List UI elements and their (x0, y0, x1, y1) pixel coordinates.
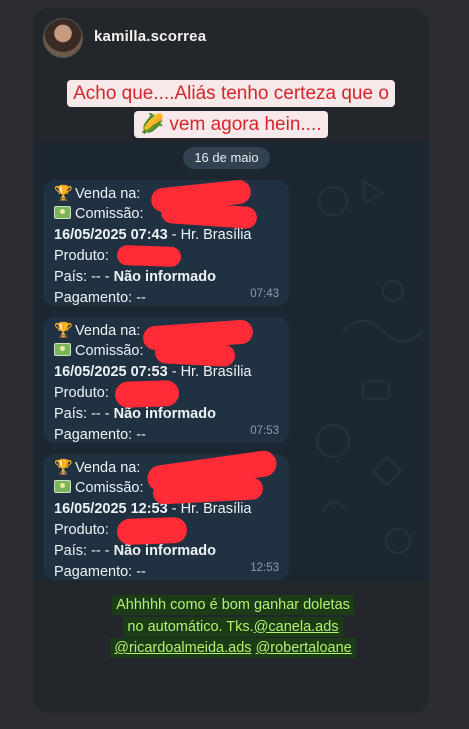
money-icon (54, 343, 71, 356)
commission-label: Comissão: (75, 343, 144, 359)
commission-line: Comissão: (54, 480, 144, 496)
sale-label: Venda na: (75, 323, 141, 339)
trophy-icon: 🏆 (54, 185, 73, 202)
country-value: Não informado (113, 543, 216, 559)
country-label: País: -- - (54, 269, 114, 285)
datetime-line: 16/05/2025 12:53 - Hr. Brasília (54, 501, 251, 517)
trophy-icon: 🏆 (54, 459, 73, 476)
redaction-mark (116, 244, 182, 268)
mention-canela[interactable]: @canela.ads (254, 619, 339, 635)
story-card: kamilla.scorrea Acho que....Aliás tenho … (33, 8, 429, 713)
datetime: 16/05/2025 07:53 (54, 364, 168, 380)
timezone: - Hr. Brasília (167, 364, 252, 380)
commission-line: Comissão: (54, 343, 144, 359)
country-line: País: -- - Não informado (54, 269, 216, 285)
payment-line: Pagamento: -- (54, 564, 146, 580)
caption-bottom-line-2: no automático. Tks. (127, 618, 254, 635)
datetime: 16/05/2025 07:43 (54, 227, 168, 243)
sale-label: Venda na: (75, 460, 141, 476)
message-bubble[interactable]: 🏆 Venda na: Comissão: 16/05/2025 07:53 -… (43, 317, 289, 443)
country-label: País: -- - (54, 406, 114, 422)
timezone: - Hr. Brasília (167, 227, 252, 243)
commission-line: Comissão: (54, 206, 144, 222)
datetime-line: 16/05/2025 07:43 - Hr. Brasília (54, 227, 251, 243)
money-icon (54, 206, 71, 219)
message-bubble[interactable]: 🏆 Venda na: Comissão: 16/05/2025 07:43 -… (43, 178, 289, 306)
country-line: País: -- - Não informado (54, 543, 216, 559)
redaction-mark (160, 200, 258, 230)
commission-label: Comissão: (75, 480, 144, 496)
username[interactable]: kamilla.scorrea (94, 28, 206, 45)
payment-line: Pagamento: -- (54, 290, 146, 306)
message-time: 07:43 (250, 288, 279, 300)
message-bubble[interactable]: 🏆 Venda na: Comissão: 16/05/2025 12:53 -… (43, 449, 289, 580)
redaction-mark (116, 516, 188, 546)
country-value: Não informado (113, 269, 216, 285)
sale-line: 🏆 Venda na: (54, 458, 140, 476)
trophy-icon: 🏆 (54, 322, 73, 339)
money-icon (54, 480, 71, 493)
avatar[interactable] (43, 18, 83, 58)
product-line: Produto: (54, 522, 109, 538)
message-time: 07:53 (250, 425, 279, 437)
caption-top: Acho que....Aliás tenho certeza que o 🌽 … (61, 78, 401, 140)
sale-line: 🏆 Venda na: (54, 184, 140, 202)
product-line: Produto: (54, 248, 109, 264)
mention-robertaloane[interactable]: @robertaloane (256, 640, 352, 656)
mention-ricardoalmeida[interactable]: @ricardoalmeida.ads (114, 640, 251, 656)
redaction-mark (114, 379, 180, 409)
caption-bottom-line-1: Ahhhhh como é bom ganhar doletas (112, 595, 354, 615)
date-pill: 16 de maio (183, 147, 270, 169)
caption-bottom: Ahhhhh como é bom ganhar doletas no auto… (63, 595, 403, 660)
story-header: kamilla.scorrea (33, 8, 429, 70)
country-value: Não informado (113, 406, 216, 422)
country-label: País: -- - (54, 543, 114, 559)
product-line: Produto: (54, 385, 109, 401)
commission-label: Comissão: (75, 206, 144, 222)
caption-top-text: Acho que....Aliás tenho certeza que o 🌽 … (67, 80, 395, 138)
sale-label: Venda na: (75, 186, 141, 202)
message-time: 12:53 (250, 562, 279, 574)
payment-line: Pagamento: -- (54, 427, 146, 443)
datetime: 16/05/2025 12:53 (54, 501, 168, 517)
sale-line: 🏆 Venda na: (54, 321, 140, 339)
country-line: País: -- - Não informado (54, 406, 216, 422)
redaction-mark (154, 340, 236, 368)
